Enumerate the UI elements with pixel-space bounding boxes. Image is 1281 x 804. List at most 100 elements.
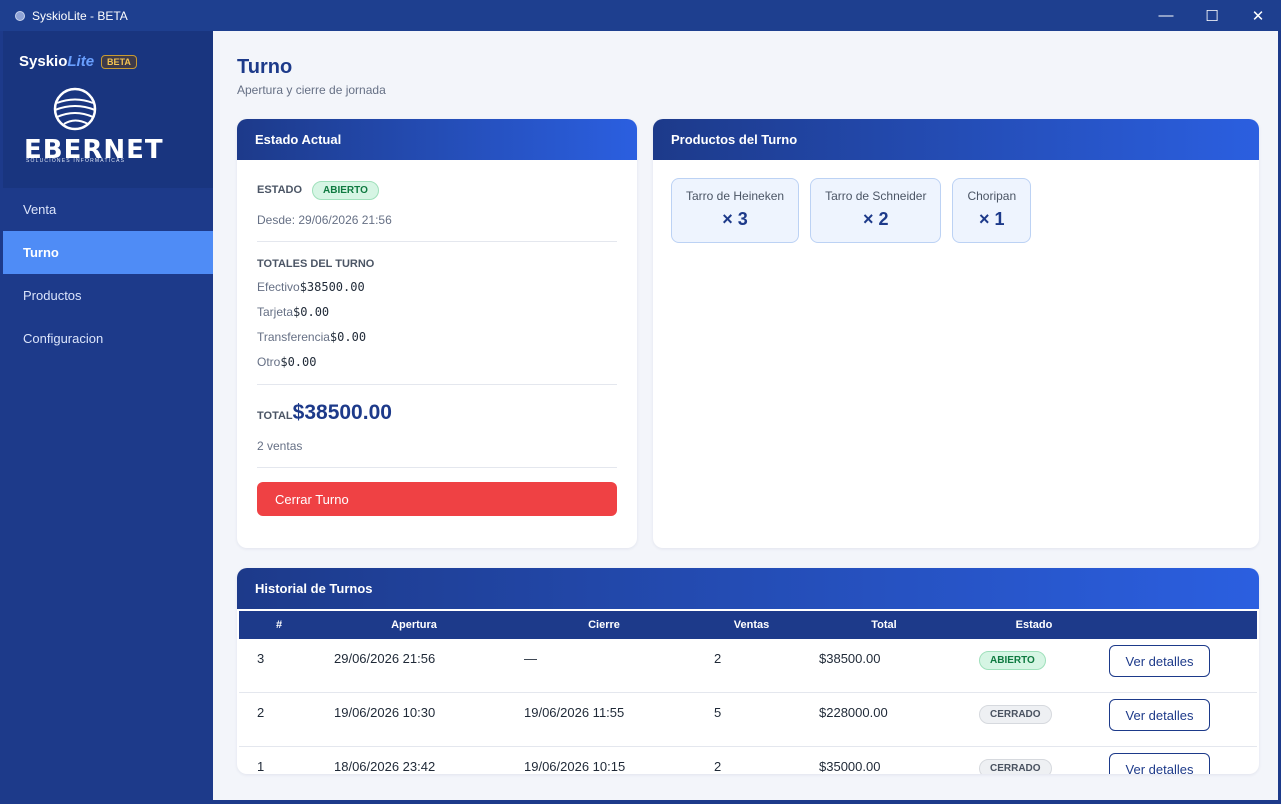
window-title: SyskioLite - BETA <box>32 8 128 23</box>
total-otro-value: $0.00 <box>280 355 317 369</box>
grand-total-row: TOTAL $38500.00 <box>257 401 617 425</box>
estado-card: Estado Actual ESTADO ABIERTO Desde: 29/0… <box>237 119 637 548</box>
cell-cierre: 19/06/2026 10:15 <box>524 759 626 774</box>
product-chip: Tarro de Schneider × 2 <box>810 178 942 243</box>
cell-id: 1 <box>257 759 265 774</box>
brand-area: Syskio Lite BETA EBERNET SOLUCIONES INFOR… <box>3 31 213 188</box>
cerrar-turno-button[interactable]: Cerrar Turno <box>257 482 617 516</box>
table-header: # Apertura Cierre Ventas Total Estado <box>239 611 1257 639</box>
status-badge: ABIERTO <box>312 180 379 200</box>
status-badge: CERRADO <box>979 705 1052 724</box>
cell-cierre: 19/06/2026 11:55 <box>524 705 625 720</box>
historial-table: # Apertura Cierre Ventas Total Estado 3 … <box>239 611 1257 774</box>
title-bar: SyskioLite - BETA — ☐ ✕ <box>0 0 1281 31</box>
sidebar: Syskio Lite BETA EBERNET SOLUCIONES INFOR… <box>3 31 213 800</box>
col-header-cierre: Cierre <box>588 619 620 631</box>
sidebar-nav: Venta Turno Productos Configuracion <box>3 188 213 360</box>
total-efectivo-label: Efectivo <box>257 280 300 294</box>
sidebar-item-venta[interactable]: Venta <box>3 188 213 231</box>
estado-row: ESTADO ABIERTO <box>257 180 617 200</box>
productos-card: Productos del Turno Tarro de Heineken × … <box>653 119 1259 548</box>
total-otro-label: Otro <box>257 355 281 369</box>
col-header-id: # <box>275 619 283 631</box>
cell-total: $35000.00 <box>819 759 881 774</box>
cell-total: $38500.00 <box>819 651 881 666</box>
main-content: Turno Apertura y cierre de jornada Estad… <box>213 31 1278 800</box>
cell-estado: ABIERTO <box>964 651 1104 670</box>
product-name: Tarro de Schneider <box>825 189 927 203</box>
total-transferencia-value: $0.00 <box>329 330 367 344</box>
globe-logo-icon <box>53 87 97 131</box>
cell-estado: CERRADO <box>964 759 1104 774</box>
totales-label: TOTALES DEL TURNO <box>257 258 375 270</box>
brand-name: Syskio Lite BETA <box>19 53 137 70</box>
total-tarjeta: Tarjeta$0.00 <box>257 305 617 320</box>
page-title: Turno <box>237 56 293 78</box>
cell-estado: CERRADO <box>964 705 1104 724</box>
window-controls: — ☐ ✕ <box>1143 0 1281 31</box>
product-name: Choripan <box>967 189 1017 203</box>
cell-apertura: 19/06/2026 10:30 <box>334 705 436 720</box>
sidebar-item-configuracion[interactable]: Configuracion <box>3 317 213 360</box>
status-badge: ABIERTO <box>979 651 1046 670</box>
product-qty: × 1 <box>979 209 1005 229</box>
brand-lite: Lite <box>67 53 95 70</box>
cell-id: 2 <box>257 705 265 720</box>
sidebar-item-productos[interactable]: Productos <box>3 274 213 317</box>
cell-total: $228000.00 <box>819 705 888 720</box>
total-efectivo-value: $38500.00 <box>299 280 365 294</box>
app-icon <box>15 10 25 21</box>
brand-main: Syskio <box>19 53 68 70</box>
logo-subtitle: SOLUCIONES INFORMATICAS <box>26 158 126 164</box>
total-transferencia: Transferencia$0.00 <box>257 330 617 345</box>
total-transferencia-label: Transferencia <box>257 330 330 344</box>
cell-actions: Ver detalles <box>1104 645 1257 677</box>
table-row: 3 29/06/2026 21:56 — 2 $38500.00 ABIERTO… <box>239 639 1257 693</box>
beta-badge: BETA <box>101 54 137 69</box>
total-efectivo: Efectivo$38500.00 <box>257 280 617 295</box>
cell-ventas: 5 <box>714 705 722 720</box>
total-otro: Otro$0.00 <box>257 355 617 370</box>
productos-card-header: Productos del Turno <box>653 119 1259 160</box>
desde-text: Desde: 29/06/2026 21:56 <box>257 213 392 227</box>
historial-card: Historial de Turnos # Apertura Cierre Ve… <box>237 568 1259 774</box>
table-body: 3 29/06/2026 21:56 — 2 $38500.00 ABIERTO… <box>239 639 1257 774</box>
status-badge: CERRADO <box>979 759 1052 774</box>
cell-actions: Ver detalles <box>1104 699 1257 731</box>
ver-detalles-button[interactable]: Ver detalles <box>1109 699 1210 731</box>
cell-cierre: — <box>524 651 537 666</box>
sidebar-item-turno[interactable]: Turno <box>3 231 213 274</box>
grand-total-label: TOTAL <box>257 410 293 422</box>
product-chip: Choripan × 1 <box>952 178 1032 243</box>
col-header-total: Total <box>871 619 897 631</box>
ventas-count: 2 ventas <box>257 439 303 453</box>
close-button[interactable]: ✕ <box>1235 0 1281 31</box>
product-list: Tarro de Heineken × 3 Tarro de Schneider… <box>653 160 1259 261</box>
cell-actions: Ver detalles <box>1104 753 1257 774</box>
ver-detalles-button[interactable]: Ver detalles <box>1109 645 1210 677</box>
page-subtitle: Apertura y cierre de jornada <box>237 83 386 97</box>
cell-apertura: 29/06/2026 21:56 <box>334 651 436 666</box>
total-tarjeta-value: $0.00 <box>293 305 330 319</box>
cell-apertura: 18/06/2026 23:42 <box>334 759 436 774</box>
estado-label: ESTADO <box>257 184 303 196</box>
grand-total-value: $38500.00 <box>292 401 392 424</box>
product-qty: × 3 <box>722 209 748 229</box>
table-row: 1 18/06/2026 23:42 19/06/2026 10:15 2 $3… <box>239 747 1257 774</box>
divider <box>257 467 617 468</box>
table-row: 2 19/06/2026 10:30 19/06/2026 11:55 5 $2… <box>239 693 1257 747</box>
minimize-button[interactable]: — <box>1143 0 1189 31</box>
product-chip: Tarro de Heineken × 3 <box>671 178 800 243</box>
cell-id: 3 <box>257 651 265 666</box>
cell-ventas: 2 <box>714 651 722 666</box>
estado-card-body: ESTADO ABIERTO Desde: 29/06/2026 21:56 T… <box>237 160 637 516</box>
product-qty: × 2 <box>862 209 889 229</box>
ver-detalles-button[interactable]: Ver detalles <box>1109 753 1210 774</box>
total-tarjeta-label: Tarjeta <box>257 305 294 319</box>
divider <box>257 241 617 242</box>
estado-card-header: Estado Actual <box>237 119 637 160</box>
col-header-estado: Estado <box>1015 619 1053 631</box>
col-header-apertura: Apertura <box>391 619 437 631</box>
divider <box>257 384 617 385</box>
maximize-button[interactable]: ☐ <box>1189 0 1235 31</box>
